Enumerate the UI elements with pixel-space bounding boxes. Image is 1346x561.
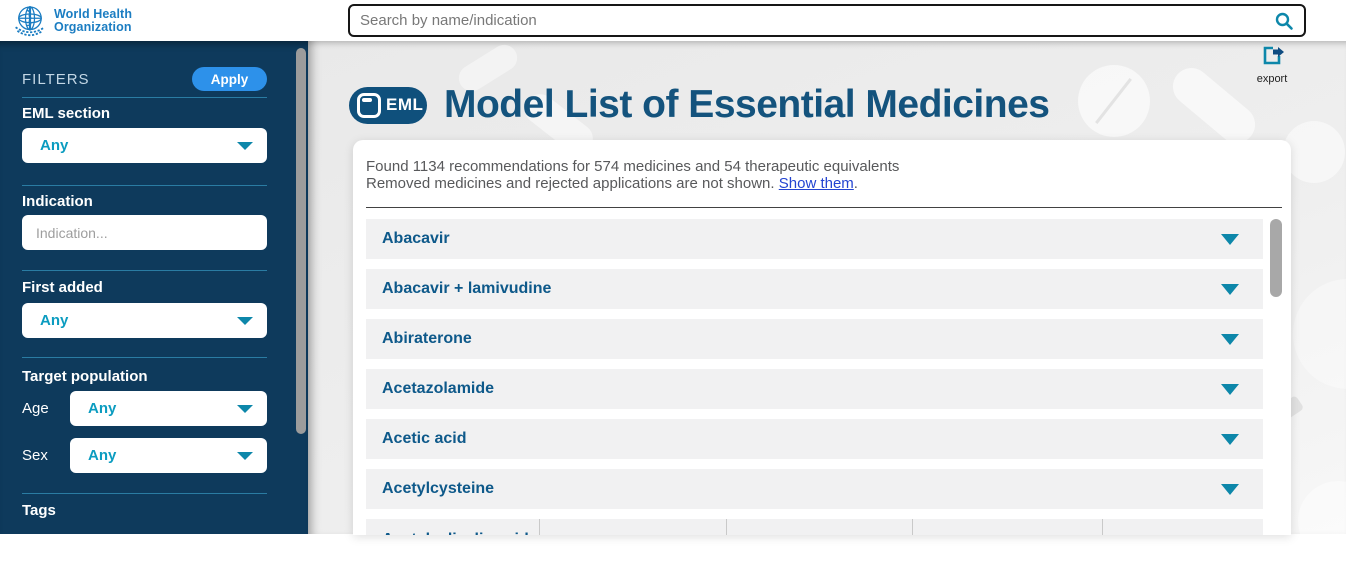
chevron-down-icon [237,405,253,413]
chevron-down-icon[interactable] [1221,484,1239,495]
summary-line-2: Removed medicines and rejected applicati… [366,175,899,192]
medicine-name: Acetylcysteine [382,480,494,498]
eml-badge-label: EML [386,95,423,115]
tags-label: Tags [22,502,56,519]
chevron-down-icon [237,142,253,150]
chevron-down-icon [237,317,253,325]
medicine-row[interactable]: Acetylcysteine [366,469,1263,509]
chevron-down-icon[interactable] [1221,334,1239,345]
chevron-down-icon [237,452,253,460]
indication-input[interactable] [22,215,267,250]
filters-title: FILTERS [22,71,90,88]
apply-button[interactable]: Apply [192,67,267,91]
medicine-row[interactable]: Abiraterone [366,319,1263,359]
column-divider [726,519,727,535]
filters-sidebar: FILTERS Apply EML section Any Indication… [0,41,308,534]
medicine-row-partial[interactable]: Acetylsalicylic acid [366,519,1263,535]
medicine-row[interactable]: Abacavir + lamivudine [366,269,1263,309]
export-button[interactable]: export [1246,45,1298,85]
age-dropdown[interactable]: Any [70,391,267,426]
column-divider [912,519,913,535]
main-content: export EML Model List of Essential Medic… [308,41,1346,534]
first-added-dropdown[interactable]: Any [22,303,267,338]
search-input[interactable] [350,6,1274,35]
circle-watermark [1298,481,1346,561]
eml-section-value: Any [40,137,68,154]
first-added-label: First added [22,279,103,296]
medicine-name: Abacavir + lamivudine [382,280,551,298]
divider [22,185,267,186]
medicine-list: Abacavir Abacavir + lamivudine Abiratero… [366,219,1263,519]
medicine-name: Abacavir [382,230,450,248]
sex-dropdown[interactable]: Any [70,438,267,473]
chevron-down-icon[interactable] [1221,234,1239,245]
sex-value: Any [88,447,116,464]
age-value: Any [88,400,116,417]
search-icon[interactable] [1274,11,1294,31]
show-them-link[interactable]: Show them [779,175,854,192]
export-icon [1260,45,1284,67]
summary-line-1: Found 1134 recommendations for 574 medic… [366,158,899,175]
age-label: Age [22,400,49,417]
who-emblem-icon [12,3,48,39]
top-header: World Health Organization [0,0,1346,41]
eml-badge-icon [357,93,381,118]
medicine-name: Acetic acid [382,430,466,448]
chevron-down-icon[interactable] [1221,384,1239,395]
chevron-down-icon[interactable] [1221,434,1239,445]
column-divider [539,519,540,535]
divider [22,357,267,358]
sidebar-scrollbar[interactable] [296,48,306,434]
who-logo[interactable]: World Health Organization [12,3,132,39]
medicine-name: Acetylsalicylic acid [382,531,529,535]
list-scrollbar[interactable] [1270,219,1282,297]
circle-watermark [1293,279,1346,389]
chevron-down-icon[interactable] [1221,284,1239,295]
medicine-name: Acetazolamide [382,380,494,398]
export-label: export [1246,73,1298,85]
medicine-row[interactable]: Acetic acid [366,419,1263,459]
medicine-row[interactable]: Abacavir [366,219,1263,259]
tablet-watermark [1078,65,1150,137]
medicine-row[interactable]: Acetazolamide [366,369,1263,409]
first-added-value: Any [40,312,68,329]
search-bar [348,4,1306,37]
eml-section-label: EML section [22,105,110,122]
divider [22,97,267,98]
results-summary: Found 1134 recommendations for 574 medic… [366,158,899,192]
eml-section-dropdown[interactable]: Any [22,128,267,163]
divider [22,493,267,494]
target-population-label: Target population [22,368,148,385]
circle-watermark [1283,121,1345,183]
indication-label: Indication [22,193,93,210]
divider [22,270,267,271]
sex-label: Sex [22,447,48,464]
medicine-name: Abiraterone [382,330,472,348]
eml-badge: EML [349,87,427,124]
page-title: Model List of Essential Medicines [444,83,1049,127]
results-card: Found 1134 recommendations for 574 medic… [353,140,1291,535]
list-top-border [366,207,1282,208]
who-logo-text: World Health Organization [54,8,132,35]
page: World Health Organization FILTERS Apply … [0,0,1346,534]
column-divider [1102,519,1103,535]
